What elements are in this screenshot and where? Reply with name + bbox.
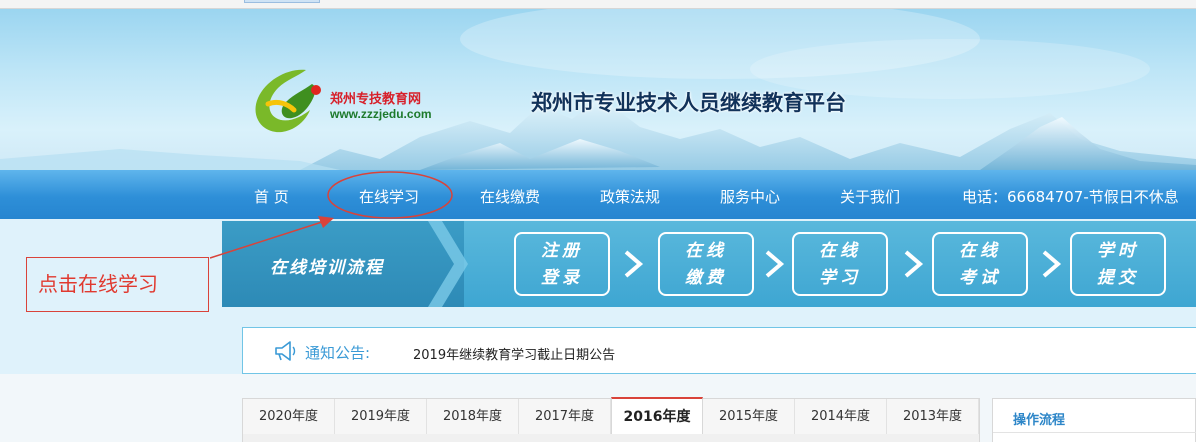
- divider: [993, 432, 1196, 433]
- nav-phone: 电话：66684707-节假日不休息: [962, 188, 1179, 206]
- chevron-right-icon: [428, 221, 468, 307]
- chevron-right-icon: [1042, 250, 1062, 278]
- top-strip-button[interactable]: [244, 0, 320, 3]
- nav-item-about-us[interactable]: 关于我们: [840, 186, 900, 207]
- side-panel: 操作流程: [992, 398, 1196, 442]
- chevron-right-icon: [904, 250, 924, 278]
- nav-item-policies[interactable]: 政策法规: [600, 186, 660, 207]
- notice-label: 通知公告:: [305, 344, 371, 362]
- process-step-register[interactable]: 注册 登录: [514, 232, 610, 296]
- process-step-learning[interactable]: 在线 学习: [792, 232, 888, 296]
- notice-link[interactable]: 2019年继续教育学习截止日期公告: [413, 344, 615, 363]
- notice-bar: 通知公告: 2019年继续教育学习截止日期公告: [242, 327, 1196, 374]
- site-logo-icon: [255, 69, 321, 133]
- highlight-ellipse: [327, 171, 453, 219]
- process-step-submit-hours[interactable]: 学时 提交: [1070, 232, 1166, 296]
- site-name: 郑州专技教育网: [330, 92, 422, 107]
- nav-item-service-center[interactable]: 服务中心: [720, 186, 780, 207]
- step-line: 在线: [819, 241, 861, 261]
- step-line: 登录: [541, 268, 583, 288]
- header-banner: 郑州专技教育网 www.zzzjedu.com 郑州市专业技术人员继续教育平台: [0, 9, 1196, 170]
- training-process-strip: 在线培训流程 注册 登录 在线 缴费 在线 学习 在线 考试 学时 提交: [222, 221, 1196, 307]
- tab-2013[interactable]: 2013年度: [887, 399, 979, 435]
- tab-2017[interactable]: 2017年度: [519, 399, 611, 435]
- platform-title: 郑州市专业技术人员继续教育平台: [531, 91, 846, 115]
- step-line: 提交: [1097, 268, 1139, 288]
- tab-2016[interactable]: 2016年度: [611, 397, 703, 435]
- megaphone-icon: [275, 341, 296, 361]
- step-line: 注册: [541, 241, 583, 261]
- process-label: 在线培训流程: [270, 258, 384, 278]
- annotation-callout: 点击在线学习: [26, 257, 209, 312]
- step-line: 在线: [685, 241, 727, 261]
- side-panel-title: 操作流程: [1013, 413, 1066, 428]
- browser-top-strip: [0, 0, 1196, 9]
- process-step-exam[interactable]: 在线 考试: [932, 232, 1028, 296]
- tab-2019[interactable]: 2019年度: [335, 399, 427, 435]
- step-line: 缴费: [685, 268, 727, 288]
- process-step-payment[interactable]: 在线 缴费: [658, 232, 754, 296]
- tab-2020[interactable]: 2020年度: [243, 399, 335, 435]
- main-nav: 首 页 在线学习 在线缴费 政策法规 服务中心 关于我们 电话：66684707…: [0, 170, 1196, 219]
- chevron-right-icon: [624, 250, 644, 278]
- tab-2018[interactable]: 2018年度: [427, 399, 519, 435]
- step-line: 考试: [959, 268, 1001, 288]
- chevron-right-icon: [765, 250, 785, 278]
- step-line: 在线: [959, 241, 1001, 261]
- tab-2015[interactable]: 2015年度: [703, 399, 795, 435]
- step-line: 学时: [1097, 241, 1139, 261]
- step-line: 学习: [819, 268, 861, 288]
- tab-content-panel: [243, 434, 979, 442]
- tab-2014[interactable]: 2014年度: [795, 399, 887, 435]
- nav-item-online-payment[interactable]: 在线缴费: [480, 186, 540, 207]
- nav-item-home[interactable]: 首 页: [254, 186, 289, 207]
- site-url: www.zzzjedu.com: [330, 107, 432, 121]
